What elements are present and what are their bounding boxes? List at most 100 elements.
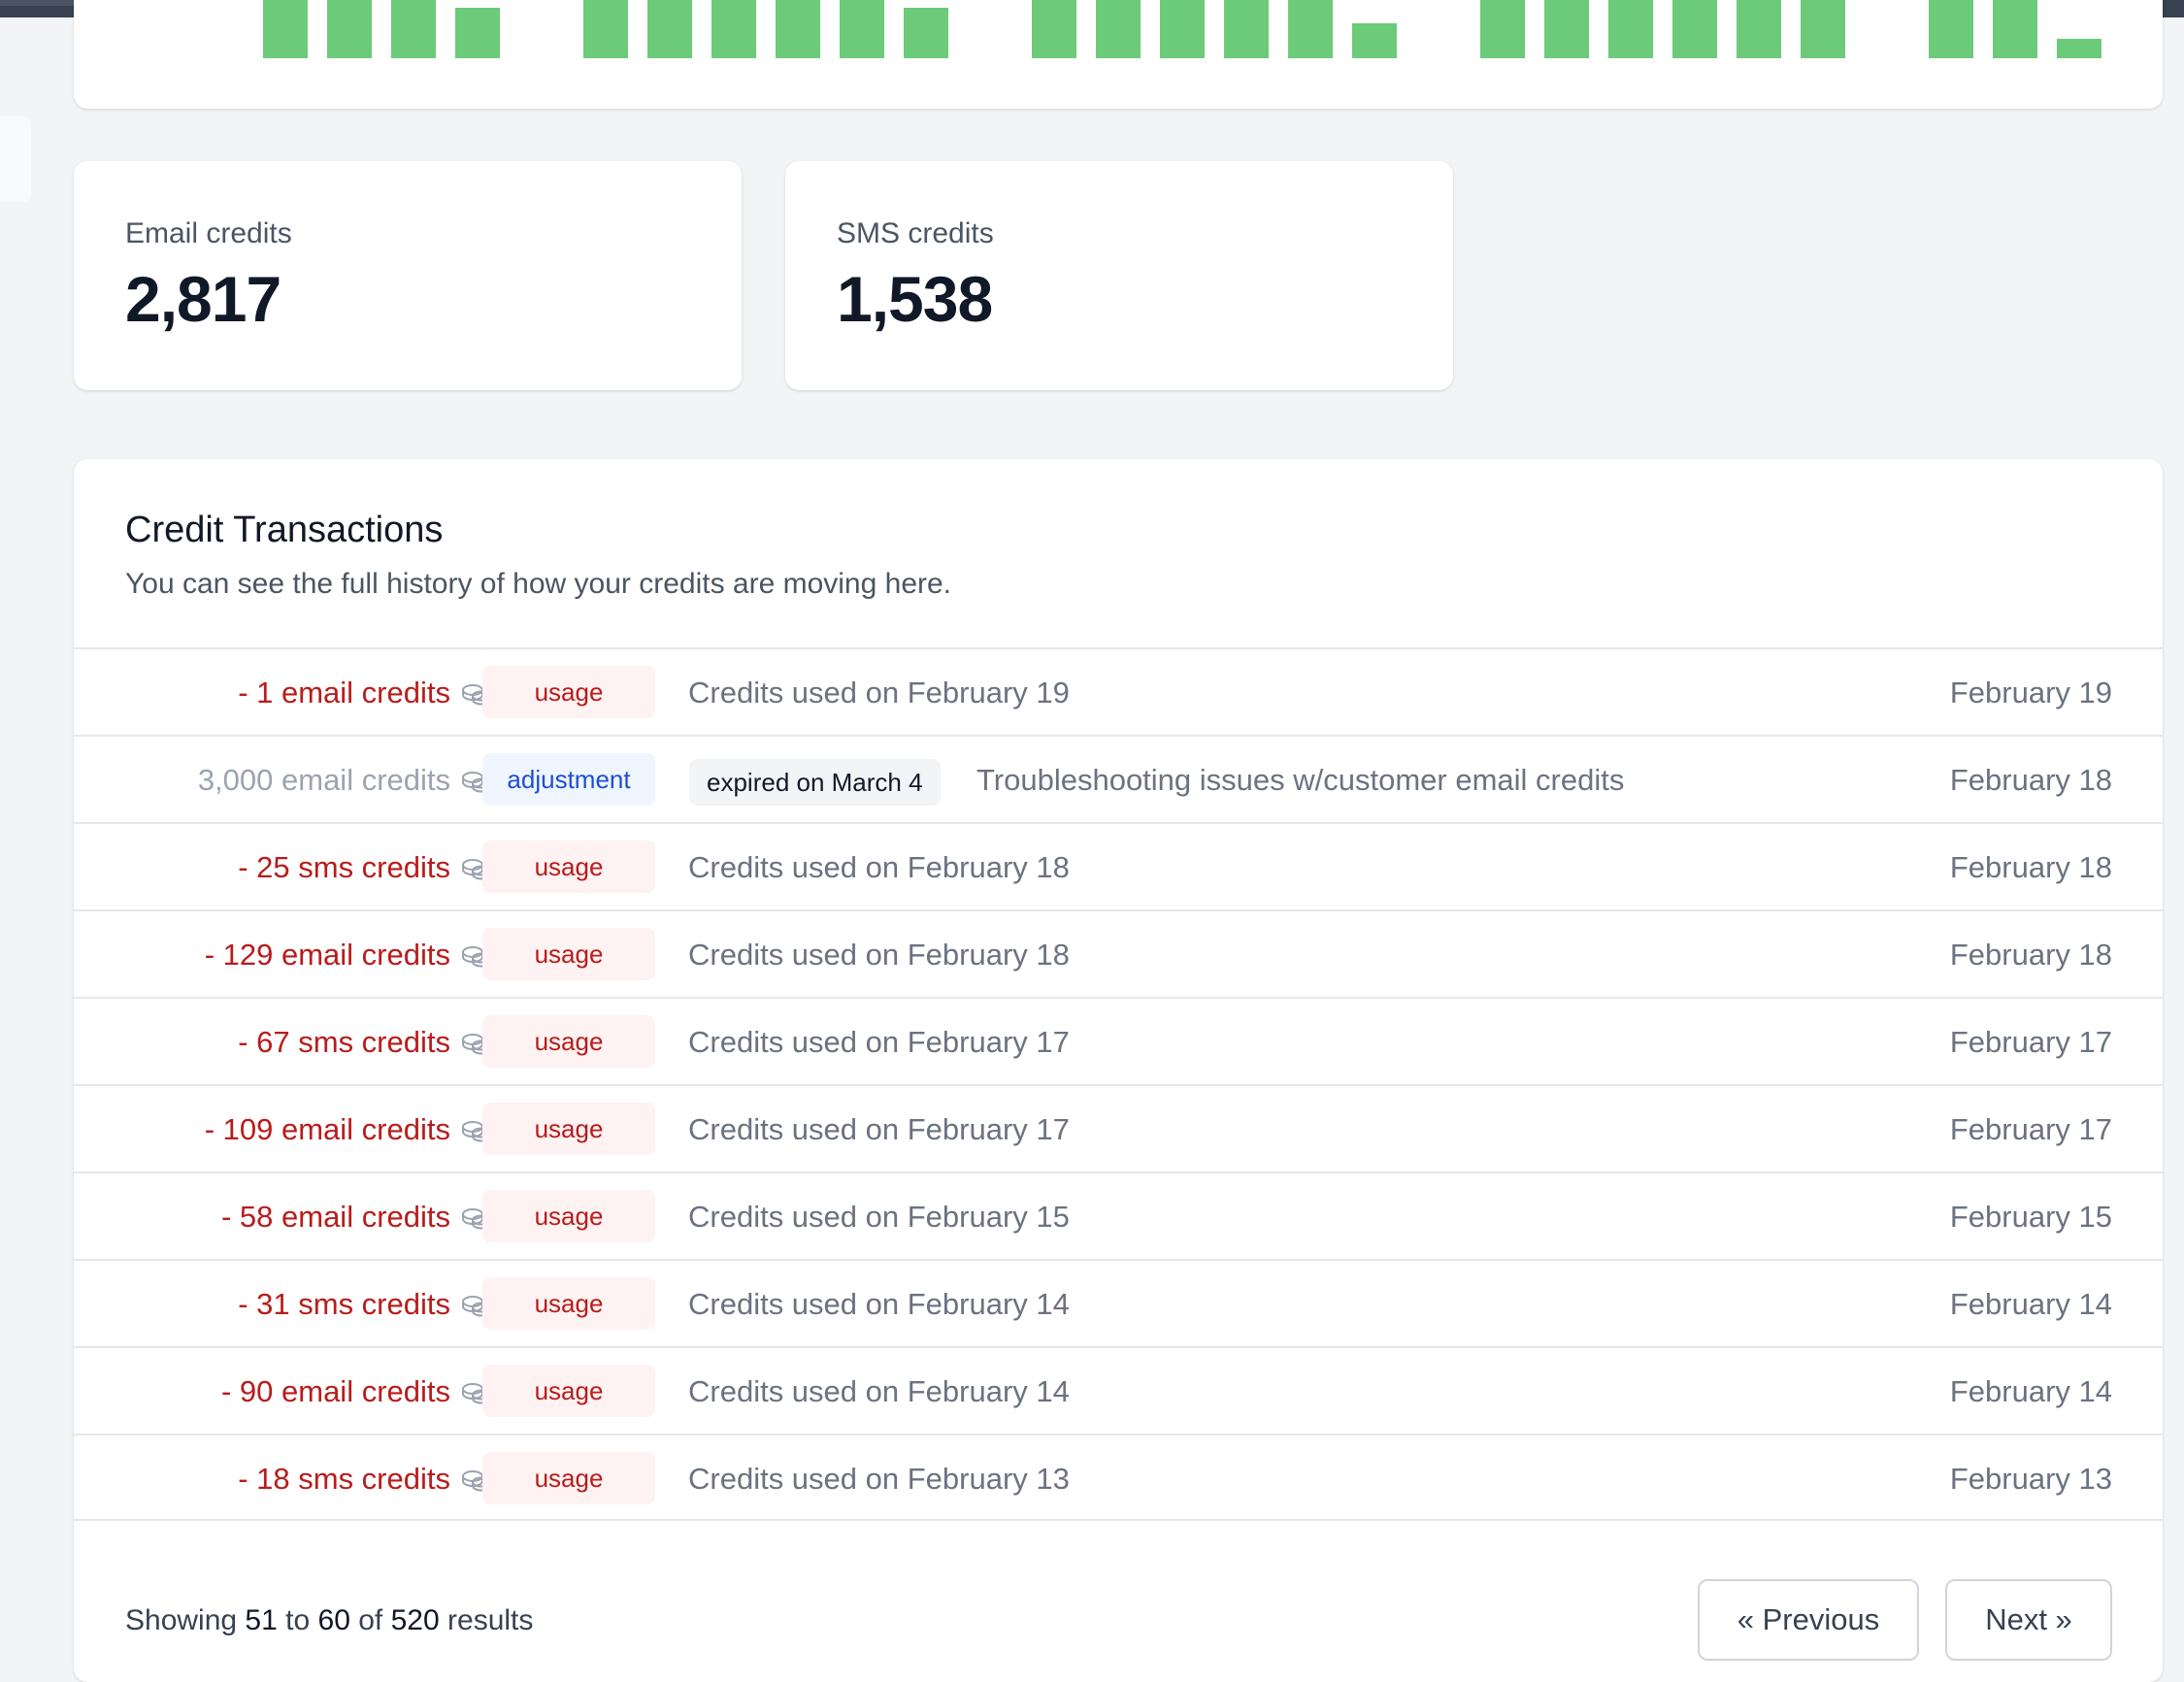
usage-bar (1288, 0, 1333, 58)
transaction-row: - 58 email credits usage Credits used on F… (74, 1171, 2163, 1259)
transaction-type-badge: usage (482, 1452, 655, 1504)
usage-bar (455, 8, 500, 58)
transaction-date: February 13 (1949, 1462, 2112, 1496)
transaction-type-badge: usage (482, 1277, 655, 1330)
transaction-amount: - 109 email credits (205, 1086, 493, 1173)
usage-bar (263, 0, 308, 58)
pagination-from: 51 (245, 1604, 278, 1636)
usage-bar (840, 0, 884, 58)
next-page-button[interactable]: Next » (1945, 1579, 2112, 1661)
transaction-description: Credits used on February 13 (688, 1462, 1070, 1496)
pagination-summary: Showing 51 to 60 of 520 results (125, 1604, 533, 1637)
transaction-description: Credits used on February 17 (688, 1025, 1070, 1059)
transaction-amount: - 31 sms credits (238, 1261, 493, 1348)
sms-credits-label: SMS credits (837, 217, 994, 249)
usage-bar (1993, 0, 2037, 58)
transaction-description: Credits used on February 14 (688, 1374, 1070, 1408)
transaction-amount-text: - 90 email credits (220, 1374, 450, 1408)
email-credits-card: Email credits 2,817 (74, 161, 742, 390)
sms-credits-card: SMS credits 1,538 (785, 161, 1453, 390)
transaction-type-badge: usage (482, 666, 655, 718)
transaction-description: Credits used on February 19 (688, 676, 1070, 709)
transaction-amount-text: - 129 email credits (204, 938, 450, 972)
transaction-date: February 14 (1949, 1374, 2112, 1408)
transaction-amount: 3,000 email credits (198, 737, 493, 824)
transaction-description: Credits used on February 18 (688, 938, 1070, 972)
transaction-description: Credits used on February 17 (688, 1112, 1070, 1146)
pagination-total: 520 (390, 1604, 440, 1636)
transaction-date: February 14 (1949, 1287, 2112, 1321)
usage-bar (327, 0, 372, 58)
usage-bar (1544, 0, 1589, 58)
usage-chart-card (74, 0, 2163, 109)
transaction-amount-text: - 109 email credits (204, 1112, 450, 1146)
transaction-amount-text: 3,000 email credits (197, 763, 450, 797)
usage-bar (1608, 0, 1653, 58)
transaction-date: February 18 (1949, 850, 2112, 884)
usage-bar (904, 8, 948, 58)
transaction-row: - 25 sms credits usage Credits used on Feb… (74, 822, 2163, 909)
transaction-amount-text: - 58 email credits (220, 1200, 450, 1234)
transaction-date: February 17 (1949, 1112, 2112, 1146)
transaction-date: February 19 (1949, 676, 2112, 709)
transaction-row: - 1 email credits usage Credits used on Fe… (74, 647, 2163, 735)
transaction-date: February 17 (1949, 1025, 2112, 1059)
usage-bar (583, 0, 628, 58)
usage-bar (1672, 0, 1717, 58)
transactions-subtitle: You can see the full history of how your… (125, 568, 952, 600)
usage-bar (1160, 0, 1205, 58)
transaction-amount: - 1 email credits (238, 649, 493, 737)
email-credits-value: 2,817 (125, 263, 281, 335)
pagination-of-word: of (358, 1604, 383, 1636)
transaction-date: February 15 (1949, 1200, 2112, 1234)
transaction-row: - 67 sms credits usage Credits used on Feb… (74, 997, 2163, 1084)
usage-bar (1224, 0, 1269, 58)
transaction-description: Troubleshooting issues w/customer email … (976, 763, 1625, 797)
transaction-row: - 18 sms credits usage Credits used on Feb… (74, 1434, 2163, 1521)
transaction-type-badge: usage (482, 1190, 655, 1242)
transactions-list: - 1 email credits usage Credits used on Fe… (74, 647, 2163, 1521)
previous-page-button[interactable]: « Previous (1698, 1579, 1919, 1661)
usage-bar (711, 0, 756, 58)
transaction-amount: - 67 sms credits (238, 999, 493, 1086)
usage-bar (1096, 0, 1141, 58)
usage-bar (1737, 0, 1781, 58)
pagination-showing-word: Showing (125, 1604, 238, 1636)
transaction-description: Credits used on February 18 (688, 850, 1070, 884)
transaction-amount-text: - 1 email credits (238, 676, 450, 709)
usage-bar (391, 0, 436, 58)
transaction-amount: - 90 email credits (221, 1348, 493, 1435)
email-credits-label: Email credits (125, 217, 292, 249)
transaction-description: Credits used on February 14 (688, 1287, 1070, 1321)
transaction-row: 3,000 email credits adjustment expired on … (74, 735, 2163, 822)
transaction-type-badge: adjustment (482, 753, 655, 806)
transaction-row: - 109 email credits usage Credits used on … (74, 1084, 2163, 1171)
transaction-amount: - 58 email credits (221, 1173, 493, 1261)
transaction-amount-text: - 25 sms credits (238, 850, 450, 884)
usage-bar (1480, 0, 1525, 58)
usage-bar (1801, 0, 1845, 58)
sidebar-edge (0, 116, 31, 202)
usage-chart (263, 0, 2101, 58)
transaction-type-badge: usage (482, 928, 655, 980)
pagination-to-word: to (285, 1604, 311, 1636)
sms-credits-value: 1,538 (837, 263, 993, 335)
pagination-results-word: results (447, 1604, 534, 1636)
transaction-description: Credits used on February 15 (688, 1200, 1070, 1234)
transaction-amount-text: - 18 sms credits (238, 1462, 450, 1496)
transaction-amount-text: - 31 sms credits (238, 1287, 450, 1321)
usage-bar (2057, 39, 2101, 58)
usage-bar (776, 0, 820, 58)
transaction-row: - 90 email credits usage Credits used on F… (74, 1346, 2163, 1434)
transaction-amount: - 18 sms credits (238, 1435, 493, 1523)
usage-bar (647, 0, 692, 58)
pagination-to: 60 (317, 1604, 350, 1636)
transactions-title: Credit Transactions (125, 510, 444, 550)
usage-bar (1032, 0, 1076, 58)
usage-bar (1929, 0, 1973, 58)
transaction-date: February 18 (1949, 763, 2112, 797)
transaction-date: February 18 (1949, 938, 2112, 972)
credit-transactions-card: Credit Transactions You can see the full… (74, 459, 2163, 1682)
transaction-type-badge: usage (482, 1015, 655, 1068)
transaction-row: - 129 email credits usage Credits used on … (74, 909, 2163, 997)
